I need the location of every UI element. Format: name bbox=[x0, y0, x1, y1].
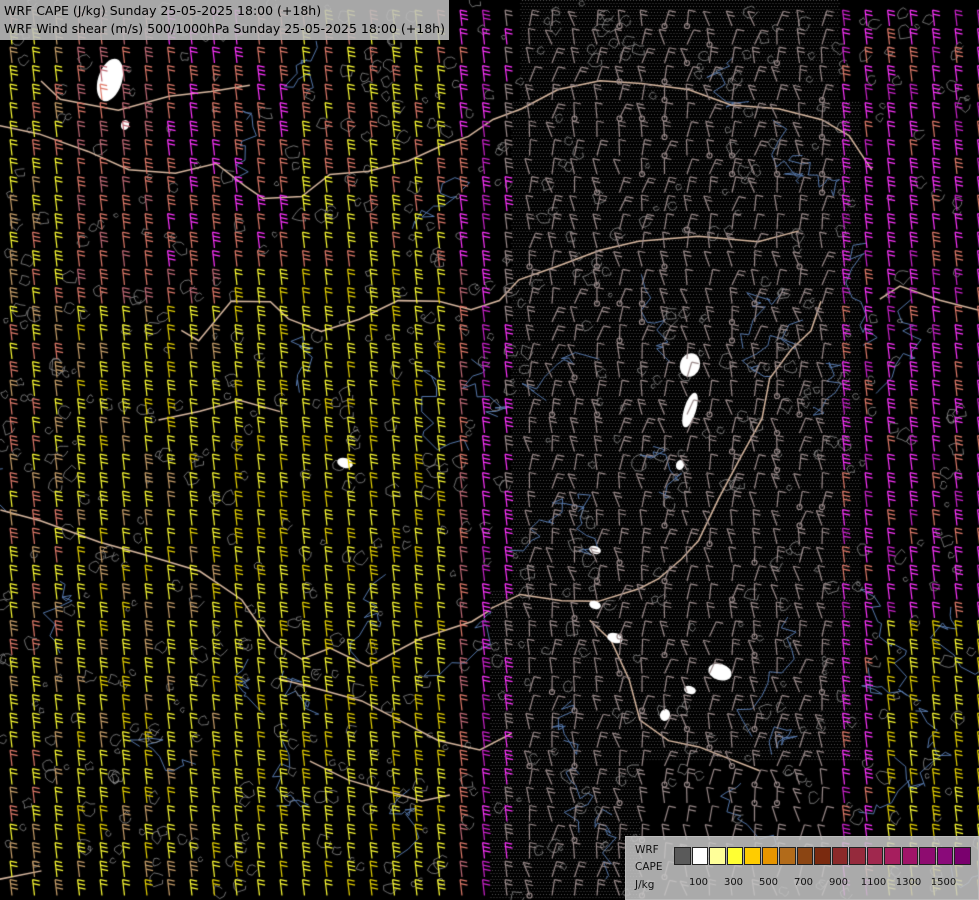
legend-tick-label: 900 bbox=[828, 877, 849, 888]
legend-label-unit: J/kg bbox=[635, 879, 655, 891]
legend-tick-label: 1500 bbox=[930, 877, 957, 888]
legend-swatch bbox=[884, 847, 901, 865]
legend-swatch bbox=[761, 847, 778, 865]
legend-color-scale bbox=[674, 847, 972, 865]
wind-shear-cape-map[interactable] bbox=[0, 0, 979, 900]
legend-tick-label: 500 bbox=[758, 877, 779, 888]
legend-swatch bbox=[849, 847, 866, 865]
legend-swatch bbox=[831, 847, 848, 865]
wind-shear-title: WRF Wind shear (m/s) 500/1000hPa Sunday … bbox=[4, 21, 445, 36]
cape-title: WRF CAPE (J/kg) Sunday 25-05-2025 18:00 … bbox=[4, 3, 322, 18]
legend-swatch bbox=[901, 847, 918, 865]
legend-swatch bbox=[674, 847, 691, 865]
legend-tick-label: 100 bbox=[688, 877, 709, 888]
legend-swatch bbox=[954, 847, 971, 865]
cape-legend: WRF CAPE J/kg 100 300 500 700 900 1100 1300 150… bbox=[625, 836, 979, 900]
legend-tick-label: 700 bbox=[793, 877, 814, 888]
legend-swatch bbox=[936, 847, 953, 865]
legend-label-wrf: WRF bbox=[635, 844, 659, 856]
legend-tick-label: 1100 bbox=[860, 877, 887, 888]
legend-label-cape: CAPE bbox=[635, 861, 663, 873]
map-title-box: WRF CAPE (J/kg) Sunday 25-05-2025 18:00 … bbox=[0, 0, 449, 40]
legend-swatch bbox=[919, 847, 936, 865]
legend-swatch bbox=[691, 847, 708, 865]
legend-swatch bbox=[814, 847, 831, 865]
legend-swatch bbox=[744, 847, 761, 865]
legend-swatch bbox=[726, 847, 743, 865]
legend-tick-label: 1300 bbox=[895, 877, 922, 888]
legend-tick-label: 300 bbox=[723, 877, 744, 888]
legend-swatch bbox=[866, 847, 883, 865]
legend-swatch bbox=[796, 847, 813, 865]
legend-swatch bbox=[709, 847, 726, 865]
legend-swatch bbox=[779, 847, 796, 865]
